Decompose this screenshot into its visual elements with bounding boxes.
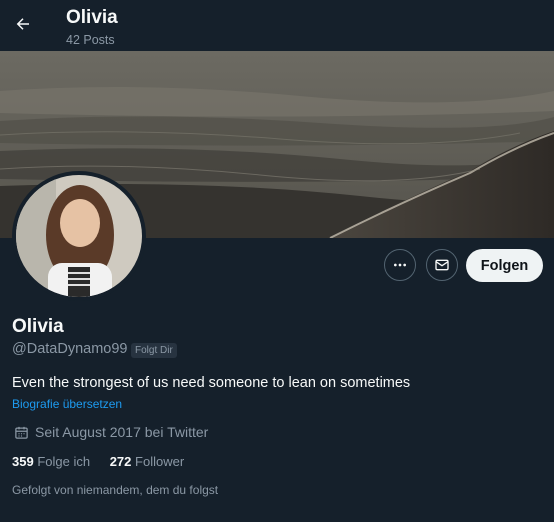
back-button[interactable] <box>10 11 36 37</box>
posts-count: 42 Posts <box>66 33 115 47</box>
followers-label: Follower <box>135 454 185 469</box>
join-date-text: Seit August 2017 bei Twitter <box>35 424 209 440</box>
follow-stats: 359 Folge ich 272 Follower <box>12 454 184 469</box>
following-label: Folge ich <box>37 454 91 469</box>
envelope-icon <box>435 259 449 271</box>
follows-you-badge: Folgt Dir <box>131 343 177 358</box>
following-link[interactable]: 359 Folge ich <box>12 454 94 469</box>
profile-name: Olivia <box>12 316 64 337</box>
join-date: Seit August 2017 bei Twitter <box>14 424 208 440</box>
header-title: Olivia <box>66 7 118 28</box>
follow-button[interactable]: Folgen <box>466 249 543 282</box>
more-options-button[interactable] <box>384 249 416 281</box>
followers-count: 272 <box>109 454 132 469</box>
profile-handle: @DataDynamo99 <box>12 341 128 357</box>
profile-header: Olivia 42 Posts <box>0 0 554 51</box>
calendar-icon <box>15 426 28 439</box>
followed-by-text: Gefolgt von niemandem, dem du folgst <box>12 483 219 497</box>
profile-bio: Even the strongest of us need someone to… <box>12 375 411 391</box>
more-dots-icon <box>394 263 406 267</box>
avatar[interactable] <box>16 175 142 297</box>
message-button[interactable] <box>426 249 458 281</box>
arrow-left-icon <box>16 18 29 30</box>
following-count: 359 <box>12 454 34 469</box>
avatar-image <box>16 175 142 297</box>
followers-link[interactable]: 272 Follower <box>110 454 184 469</box>
translate-bio-link[interactable]: Biografie übersetzen <box>12 397 122 411</box>
